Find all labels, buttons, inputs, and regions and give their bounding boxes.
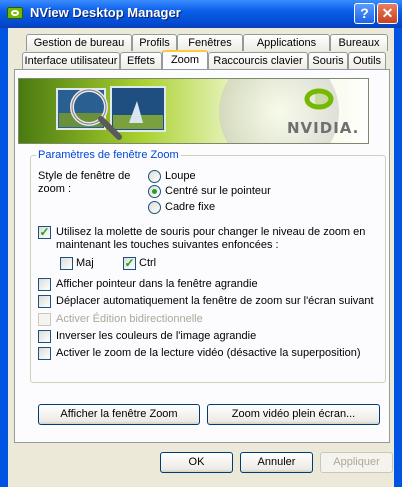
ok-button[interactable]: OK bbox=[160, 452, 233, 473]
zoom-style-label: Style de fenêtre de zoom : bbox=[38, 170, 131, 195]
invert-colors-checkbox[interactable] bbox=[38, 330, 51, 343]
ctrl-label[interactable]: Ctrl bbox=[139, 257, 156, 269]
nvidia-logo-text: NVIDIA. bbox=[287, 119, 360, 137]
show-zoom-window-button[interactable]: Afficher la fenêtre Zoom bbox=[38, 404, 200, 425]
tab-zoom[interactable]: Zoom bbox=[162, 50, 208, 69]
title-bar[interactable]: NView Desktop Manager ? ✕ bbox=[0, 0, 402, 28]
group-title: Paramètres de fenêtre Zoom bbox=[36, 149, 181, 161]
auto-move-label[interactable]: Déplacer automatiquement la fenêtre de z… bbox=[56, 295, 374, 307]
video-zoom-checkbox[interactable] bbox=[38, 347, 51, 360]
ctrl-checkbox[interactable]: ✓ bbox=[123, 257, 136, 270]
radio-loupe[interactable] bbox=[148, 170, 161, 183]
wheel-zoom-label[interactable]: Utilisez la molette de souris pour chang… bbox=[56, 226, 376, 252]
nvidia-app-icon bbox=[7, 7, 23, 19]
tab-raccourcis-clavier[interactable]: Raccourcis clavier bbox=[208, 52, 308, 69]
bidirectional-edit-label: Activer Édition bidirectionnelle bbox=[56, 313, 203, 325]
tab-bureaux[interactable]: Bureaux bbox=[330, 34, 388, 51]
show-pointer-checkbox[interactable] bbox=[38, 278, 51, 291]
tab-souris[interactable]: Souris bbox=[308, 52, 348, 69]
auto-move-checkbox[interactable] bbox=[38, 295, 51, 308]
tab-fenetres[interactable]: Fenêtres bbox=[177, 34, 243, 51]
tab-outils[interactable]: Outils bbox=[348, 52, 386, 69]
show-pointer-label[interactable]: Afficher pointeur dans la fenêtre agrand… bbox=[56, 278, 258, 290]
maj-label[interactable]: Maj bbox=[76, 257, 94, 269]
tab-applications[interactable]: Applications bbox=[243, 34, 330, 51]
radio-cadre-fixe[interactable] bbox=[148, 201, 161, 214]
app-window: NView Desktop Manager ? ✕ Gestion de bur… bbox=[0, 0, 402, 487]
tab-profils[interactable]: Profils bbox=[132, 34, 177, 51]
radio-centre-pointeur-label[interactable]: Centré sur le pointeur bbox=[165, 185, 271, 197]
window-frame-right bbox=[394, 28, 402, 487]
tab-interface-utilisateur[interactable]: Interface utilisateur bbox=[22, 52, 120, 69]
close-button[interactable]: ✕ bbox=[377, 3, 398, 24]
maj-checkbox[interactable] bbox=[60, 257, 73, 270]
radio-centre-pointeur[interactable] bbox=[148, 185, 161, 198]
help-button[interactable]: ? bbox=[354, 3, 375, 24]
video-zoom-label[interactable]: Activer le zoom de la lecture vidéo (dés… bbox=[56, 347, 360, 359]
radio-cadre-fixe-label[interactable]: Cadre fixe bbox=[165, 201, 215, 213]
tab-gestion-de-bureau[interactable]: Gestion de bureau bbox=[26, 34, 132, 51]
tab-effets[interactable]: Effets bbox=[120, 52, 162, 69]
invert-colors-label[interactable]: Inverser les couleurs de l'image agrandi… bbox=[56, 330, 256, 342]
window-title: NView Desktop Manager bbox=[30, 5, 181, 20]
fullscreen-video-zoom-button[interactable]: Zoom vidéo plein écran... bbox=[207, 404, 380, 425]
radio-loupe-label[interactable]: Loupe bbox=[165, 170, 196, 182]
window-frame-left bbox=[0, 28, 8, 487]
bidirectional-edit-checkbox bbox=[38, 313, 51, 326]
nvidia-banner: NVIDIA. bbox=[18, 78, 369, 144]
wheel-zoom-checkbox[interactable]: ✓ bbox=[38, 226, 51, 239]
cancel-button[interactable]: Annuler bbox=[240, 452, 313, 473]
apply-button: Appliquer bbox=[320, 452, 393, 473]
